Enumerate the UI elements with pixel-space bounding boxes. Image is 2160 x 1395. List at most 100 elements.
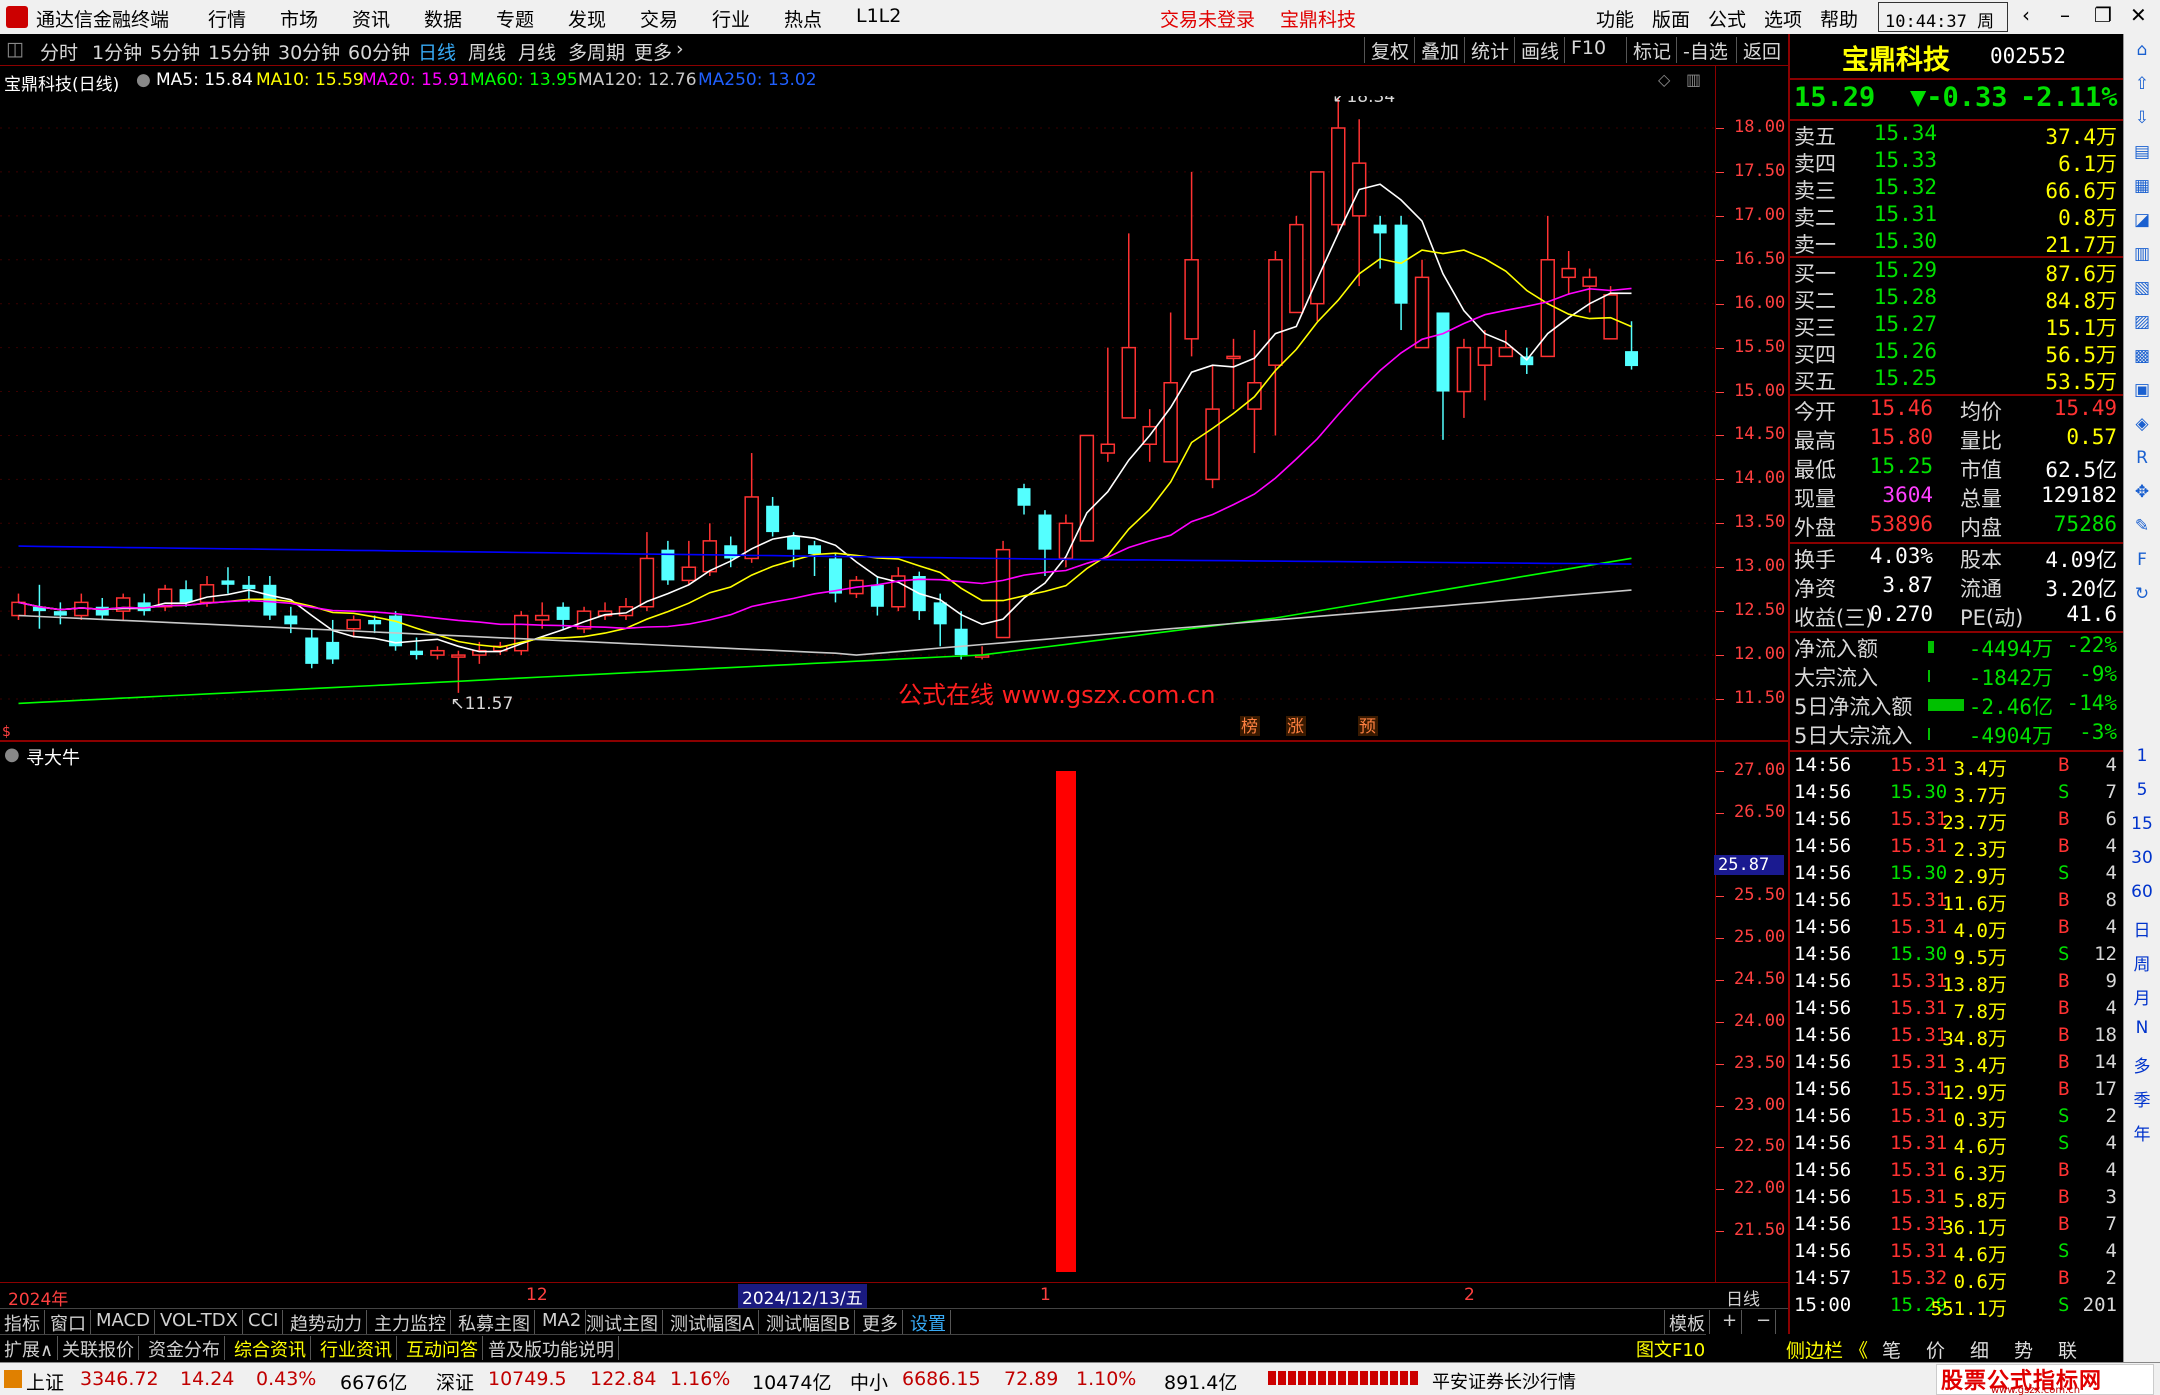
move-icon[interactable]: ✥	[2128, 482, 2156, 502]
diamond-icon[interactable]: ◇	[1658, 70, 1670, 89]
tab-vol-tdx[interactable]: VOL-TDX	[156, 1310, 243, 1334]
tool-f10[interactable]: F10	[1564, 37, 1612, 63]
industry-news-tab[interactable]: 行业资讯	[316, 1336, 397, 1361]
tab-more[interactable]: 更多	[858, 1310, 903, 1335]
menu-industry[interactable]: 行业	[712, 5, 750, 32]
period-daily[interactable]: 日线	[418, 38, 456, 65]
general-news-tab[interactable]: 综合资讯	[230, 1336, 311, 1361]
edit-icon[interactable]: ✎	[2128, 516, 2156, 536]
period-60min[interactable]: 60分钟	[348, 38, 410, 65]
bid-row-1[interactable]: 买一 15.29 87.6万	[1790, 258, 2123, 286]
tab-trend[interactable]: 势	[2014, 1336, 2033, 1363]
tab-ma2[interactable]: MA2	[538, 1310, 587, 1334]
info-icon[interactable]: ▨	[2128, 312, 2156, 332]
period-shortcut-0[interactable]: 1	[2128, 746, 2156, 766]
feature-info-tab[interactable]: 普及版功能说明	[484, 1336, 619, 1361]
bid-row-2[interactable]: 买二 15.28 84.8万	[1790, 285, 2123, 313]
menu-news[interactable]: 资讯	[352, 5, 390, 32]
ask-row-2[interactable]: 卖二 15.31 0.8万	[1790, 202, 2123, 230]
doc-icon[interactable]: ▩	[2128, 346, 2156, 366]
bid-row-5[interactable]: 买五 15.25 53.5万	[1790, 366, 2123, 394]
tool-remove-fav[interactable]: -自选	[1676, 37, 1734, 63]
tab-private-main[interactable]: 私募主图	[454, 1310, 535, 1335]
tab-macd[interactable]: MACD	[92, 1310, 155, 1334]
period-shortcut-2[interactable]: 15	[2128, 814, 2156, 834]
period-shortcut-4[interactable]: 60	[2128, 882, 2156, 902]
menu-hot[interactable]: 热点	[784, 5, 822, 32]
period-shortcut-7[interactable]: 月	[2128, 984, 2156, 1009]
refresh-icon[interactable]: ↻	[2128, 584, 2156, 604]
down-arrow-icon[interactable]: ⇩	[2128, 108, 2156, 128]
trade-login-status[interactable]: 交易未登录	[1160, 5, 1255, 32]
tool-mark[interactable]: 标记	[1626, 37, 1677, 63]
dollar-icon[interactable]: ◈	[2128, 414, 2156, 434]
tab-main-monitor[interactable]: 主力监控	[370, 1310, 451, 1335]
tab-price[interactable]: 价	[1926, 1336, 1945, 1363]
indicator-chart[interactable]	[0, 770, 1715, 1282]
menu-topics[interactable]: 专题	[496, 5, 534, 32]
list-icon[interactable]: ▤	[2128, 142, 2156, 162]
menu-quotes[interactable]: 行情	[208, 5, 246, 32]
back-icon[interactable]: ‹	[2022, 3, 2030, 27]
bid-row-4[interactable]: 买四 15.26 56.5万	[1790, 339, 2123, 367]
period-shortcut-5[interactable]: 日	[2128, 916, 2156, 941]
rsi-icon[interactable]: R	[2128, 448, 2156, 468]
period-15min[interactable]: 15分钟	[208, 38, 270, 65]
chevron-right-icon[interactable]: ›	[676, 38, 684, 60]
qa-tab[interactable]: 互动问答	[402, 1336, 483, 1361]
tab-trade-detail[interactable]: 笔	[1882, 1336, 1901, 1363]
remove-button[interactable]: −	[1752, 1310, 1777, 1334]
panel-toggle-icon[interactable]: ▥	[1686, 70, 1701, 89]
period-shortcut-8[interactable]: N	[2128, 1018, 2156, 1038]
tab-test-main[interactable]: 测试主图	[582, 1310, 663, 1335]
template-button[interactable]: 模板	[1664, 1310, 1710, 1335]
candle-icon[interactable]: ▥	[2128, 244, 2156, 264]
tool-adjust[interactable]: 复权	[1364, 37, 1415, 63]
indicator-dot-icon[interactable]: ●	[4, 744, 20, 765]
period-shortcut-9[interactable]: 多	[2128, 1052, 2156, 1077]
f10-icon[interactable]: ▣	[2128, 380, 2156, 400]
expand-button[interactable]: 扩展∧	[0, 1336, 59, 1361]
tab-test-b[interactable]: 测试幅图B	[762, 1310, 856, 1335]
minimize-icon[interactable]: –	[2060, 3, 2070, 27]
period-multi[interactable]: 多周期	[568, 38, 625, 65]
marker-2[interactable]: 预	[1359, 717, 1376, 737]
ask-row-5[interactable]: 卖五 15.34 37.4万	[1790, 121, 2123, 149]
marker-0[interactable]: 榜	[1241, 717, 1258, 737]
period-intraday[interactable]: 分时	[40, 38, 78, 65]
period-menu-icon[interactable]: ◫	[6, 38, 24, 60]
up-arrow-icon[interactable]: ⇧	[2128, 74, 2156, 94]
table-icon[interactable]: ▦	[2128, 176, 2156, 196]
period-30min[interactable]: 30分钟	[278, 38, 340, 65]
period-1min[interactable]: 1分钟	[92, 38, 142, 65]
period-more[interactable]: 更多	[634, 38, 672, 65]
tab-cci[interactable]: CCI	[244, 1310, 284, 1334]
close-icon[interactable]: ✕	[2130, 3, 2147, 27]
tab-test-a[interactable]: 测试幅图A	[666, 1310, 760, 1335]
tab-settings[interactable]: 设置	[906, 1310, 951, 1335]
period-weekly[interactable]: 周线	[468, 38, 506, 65]
tab-linked[interactable]: 联	[2058, 1336, 2077, 1363]
menu-layout[interactable]: 版面	[1652, 5, 1690, 32]
tab-trend-power[interactable]: 趋势动力	[286, 1310, 367, 1335]
tool-overlay[interactable]: 叠加	[1414, 37, 1465, 63]
period-monthly[interactable]: 月线	[518, 38, 556, 65]
sidebar-toggle[interactable]: 侧边栏 《	[1786, 1336, 1868, 1363]
period-5min[interactable]: 5分钟	[150, 38, 200, 65]
restore-icon[interactable]: ❐	[2094, 3, 2112, 27]
period-shortcut-1[interactable]: 5	[2128, 780, 2156, 800]
up-arrow-icon[interactable]: ⌂	[2128, 40, 2156, 60]
tool-draw[interactable]: 画线	[1514, 37, 1565, 63]
f10-button[interactable]: 图文F10	[1632, 1336, 1711, 1361]
menu-market[interactable]: 市场	[280, 5, 318, 32]
zx-label[interactable]: 中小	[850, 1368, 888, 1395]
menu-discover[interactable]: 发现	[568, 5, 606, 32]
tool-stats[interactable]: 统计	[1464, 37, 1515, 63]
menu-l1l2[interactable]: L1L2	[856, 5, 901, 27]
ask-row-4[interactable]: 卖四 15.33 6.1万	[1790, 148, 2123, 176]
fs-icon[interactable]: F	[2128, 550, 2156, 570]
bid-row-3[interactable]: 买三 15.27 15.1万	[1790, 312, 2123, 340]
tab-window[interactable]: 窗口	[46, 1310, 91, 1335]
ask-row-3[interactable]: 卖三 15.32 66.6万	[1790, 175, 2123, 203]
related-quotes-tab[interactable]: 关联报价	[58, 1336, 139, 1361]
